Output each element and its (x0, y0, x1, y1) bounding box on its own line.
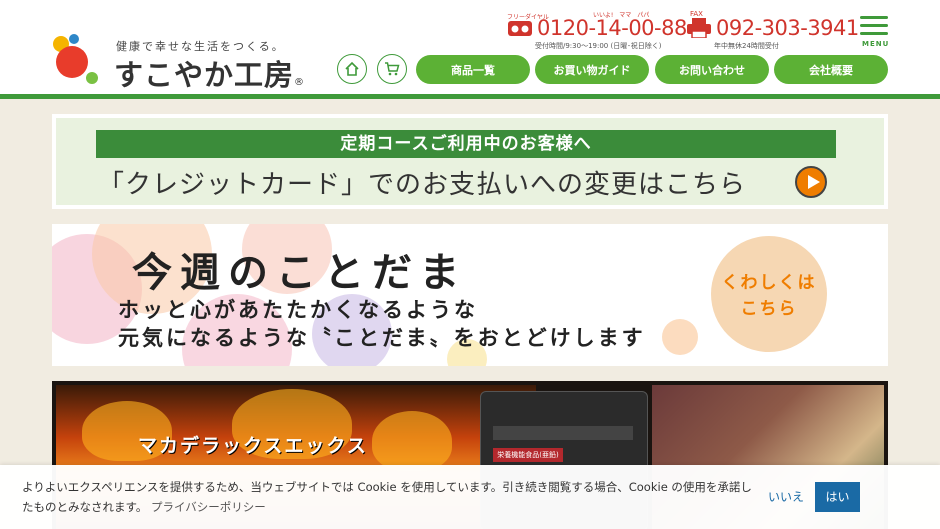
menu-label: MENU (862, 40, 890, 48)
kotodama-line-2: 元気になるような〝ことだま〟をおとどけします (118, 326, 646, 350)
site-logo[interactable]: 健康で幸せな生活をつくる。 すこやか工房® (52, 34, 312, 92)
home-icon (345, 61, 359, 76)
home-button[interactable] (337, 54, 367, 84)
decor-flame (372, 411, 452, 471)
logo-dots-icon (53, 34, 98, 84)
fax-text: 092-303-3941 (716, 16, 859, 40)
kotodama-banner[interactable]: 今週のことだま ホッと心があたたかくなるような 元気になるような〝ことだま〟をお… (52, 224, 888, 366)
cookie-accept-button[interactable]: はい (815, 482, 860, 512)
nav-contact[interactable]: お問い合わせ (655, 55, 769, 84)
cart-button[interactable] (377, 54, 407, 84)
cookie-consent-bar: よりよいエクスペリエンスを提供するため、当ウェブサイトでは Cookie を使用… (0, 465, 940, 529)
maca-title: マカデラックスエックス (138, 435, 368, 457)
credit-card-banner[interactable]: 定期コースご利用中のお客様へ 「クレジットカード」でのお支払いへの変更はこちら (52, 114, 888, 209)
kotodama-detail-line-1: くわしくは (721, 273, 817, 293)
hamburger-bar (860, 24, 888, 27)
cookie-message-text: よりよいエクスペリエンスを提供するため、当ウェブサイトでは Cookie を使用… (22, 480, 752, 514)
cookie-decline-button[interactable]: いいえ (757, 482, 815, 512)
package-nutrition-label: 栄養機能食品(亜鉛) (493, 448, 563, 462)
free-dial-icon (508, 21, 532, 36)
package-label-bar (493, 426, 633, 440)
kotodama-line-1: ホッと心があたたかくなるような (118, 298, 478, 322)
fax-label: FAX (690, 10, 703, 18)
nav-company[interactable]: 会社概要 (774, 55, 888, 84)
fax-icon (687, 18, 711, 38)
site-brand-name: すこやか工房® (114, 58, 306, 92)
hamburger-bar (860, 16, 888, 19)
cookie-message: よりよいエクスペリエンスを提供するため、当ウェブサイトでは Cookie を使用… (22, 477, 757, 517)
hamburger-bar (860, 32, 888, 35)
kotodama-detail-line-2: こちら (740, 299, 798, 319)
privacy-policy-link[interactable]: プライバシーポリシー (151, 500, 266, 514)
kotodama-title: 今週のことだま (132, 250, 468, 296)
free-dial-text: 0120-14-00-88 (537, 16, 687, 40)
credit-card-banner-title: 定期コースご利用中のお客様へ (96, 130, 836, 158)
header-divider (0, 94, 940, 99)
play-arrow-icon (795, 166, 827, 198)
fax-number: FAX 092-303-3941 年中無休24時間受付 (686, 10, 859, 52)
menu-button[interactable]: MENU (858, 16, 890, 50)
nav-shopping-guide[interactable]: お買い物ガイド (535, 55, 649, 84)
site-header: 健康で幸せな生活をつくる。 すこやか工房® フリーダイヤル いいよ! ママ パパ… (0, 0, 940, 95)
free-dial-hours: 受付時間/9:30〜19:00 (日曜･祝日除く) (535, 42, 662, 50)
decor-blob (662, 319, 698, 355)
nav-products[interactable]: 商品一覧 (416, 55, 530, 84)
credit-card-banner-inner: 定期コースご利用中のお客様へ 「クレジットカード」でのお支払いへの変更はこちら (56, 118, 884, 205)
fax-hours: 年中無休24時間受付 (714, 42, 779, 50)
kotodama-detail-link[interactable]: くわしくは こちら (711, 236, 827, 352)
free-dial-number[interactable]: フリーダイヤル いいよ! ママ パパ 0120-14-00-88 受付時間/9:… (507, 12, 687, 52)
cart-icon (385, 62, 400, 76)
credit-card-banner-text: 「クレジットカード」でのお支払いへの変更はこちら (98, 170, 747, 200)
